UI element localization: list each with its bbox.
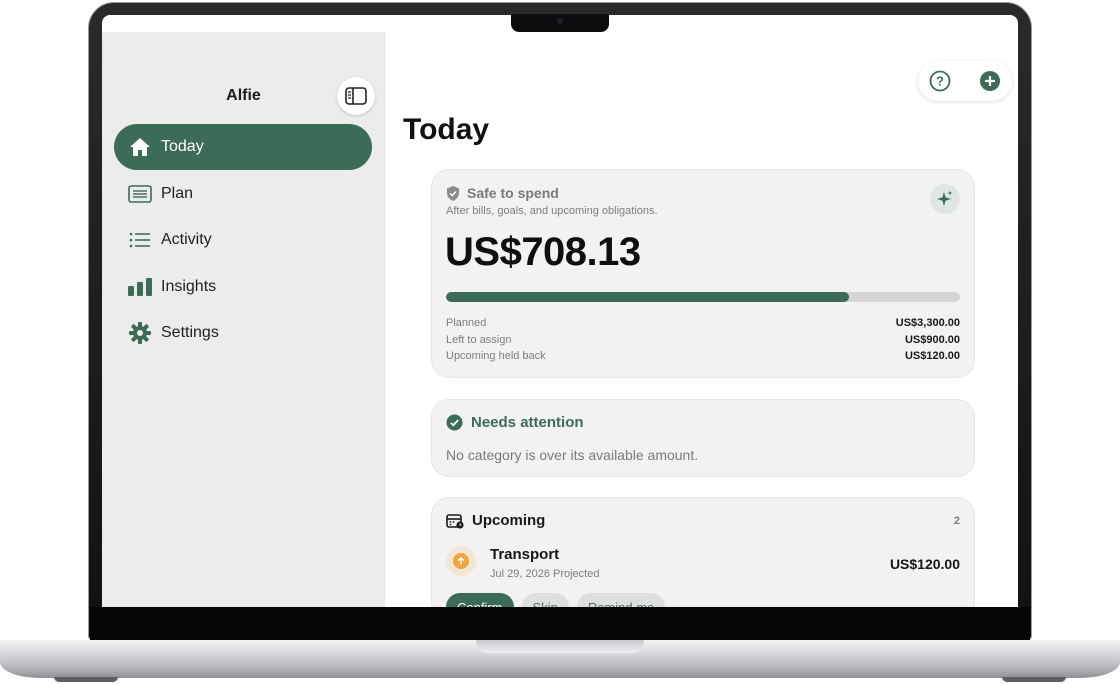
- insights-sparkle-button[interactable]: [930, 184, 960, 214]
- upcoming-item-meta: Jul 29, 2026 Projected: [490, 568, 600, 580]
- breakdown-value: US$900.00: [904, 333, 960, 346]
- safe-to-spend-progress-fill: [446, 292, 850, 302]
- needs-attention-message: No category is over its available amount…: [446, 447, 699, 463]
- list-bullets-icon: [128, 228, 152, 252]
- camera-icon: [557, 18, 563, 24]
- safe-to-spend-subtitle: After bills, goals, and upcoming obligat…: [446, 205, 658, 217]
- remind-me-button[interactable]: Remind me: [576, 593, 666, 607]
- sidebar-toggle-icon: [345, 87, 367, 105]
- add-button[interactable]: [978, 69, 1002, 93]
- question-circle-icon: ?: [929, 70, 951, 92]
- sidebar-toggle-button[interactable]: [337, 77, 375, 115]
- page-title: Today: [403, 113, 490, 146]
- plus-circle-icon: [980, 71, 1000, 91]
- upcoming-label: Upcoming: [472, 512, 546, 529]
- sidebar-item-insights[interactable]: Insights: [114, 264, 372, 310]
- upcoming-item-amount: US$120.00: [889, 556, 960, 572]
- needs-attention-card[interactable]: Needs attention No category is over its …: [431, 399, 975, 477]
- list-rect-icon: [128, 182, 152, 206]
- breakdown-label: Left to assign: [446, 333, 512, 346]
- upcoming-item-icon: [446, 546, 476, 576]
- breakdown-label: Upcoming held back: [446, 350, 546, 362]
- sidebar: Alfie Today Plan Activity Insights Setti…: [102, 32, 385, 607]
- laptop-chin: [90, 607, 1030, 640]
- needs-attention-header: Needs attention: [446, 414, 584, 431]
- breakdown-value: US$120.00: [904, 350, 960, 362]
- sparkle-icon: [937, 190, 953, 206]
- sidebar-item-activity[interactable]: Activity: [114, 217, 372, 263]
- upcoming-card: Upcoming 2 Transport Jul 29, 2026 Projec…: [431, 497, 975, 607]
- confirm-button[interactable]: Confirm: [446, 593, 514, 607]
- gear-icon: [128, 321, 152, 345]
- sidebar-item-label: Insights: [161, 277, 217, 295]
- sidebar-item-label: Settings: [161, 324, 219, 341]
- breakdown-row-upcoming-held-back: Upcoming held back US$120.00: [446, 350, 960, 367]
- safe-to-spend-progress: [446, 292, 960, 302]
- laptop-base: [0, 640, 1120, 678]
- sidebar-nav: Today Plan Activity Insights Settings: [114, 124, 372, 357]
- sidebar-item-label: Today: [161, 138, 204, 155]
- arrow-up-icon: [453, 553, 469, 569]
- skip-button[interactable]: Skip: [521, 593, 569, 607]
- app-window: Alfie Today Plan Activity Insights Setti…: [102, 15, 1018, 607]
- safe-to-spend-amount: US$708.13: [445, 230, 641, 274]
- safe-to-spend-breakdown: Planned US$3,300.00 Left to assign US$90…: [446, 317, 960, 367]
- toolbar-pill: ?: [918, 61, 1012, 101]
- sidebar-item-plan[interactable]: Plan: [114, 171, 372, 217]
- safe-to-spend-label: Safe to spend: [467, 185, 559, 201]
- breakdown-value: US$3,300.00: [895, 317, 960, 329]
- svg-text:?: ?: [936, 74, 944, 89]
- sidebar-item-label: Activity: [161, 231, 212, 248]
- sidebar-item-settings[interactable]: Settings: [114, 310, 372, 356]
- safe-to-spend-card[interactable]: Safe to spend After bills, goals, and up…: [431, 169, 975, 378]
- breakdown-row-left-to-assign: Left to assign US$900.00: [446, 334, 960, 351]
- upcoming-count: 2: [953, 515, 960, 527]
- bar-chart-icon: [128, 275, 152, 299]
- breakdown-label: Planned: [446, 317, 487, 329]
- safe-to-spend-header: Safe to spend: [446, 185, 559, 201]
- laptop-foot-right: [1002, 677, 1066, 682]
- upcoming-actions: Confirm Skip Remind me: [446, 593, 673, 607]
- house-icon: [128, 135, 152, 159]
- sidebar-item-today[interactable]: Today: [114, 124, 372, 170]
- camera-notch: [511, 14, 609, 32]
- breakdown-row-planned: Planned US$3,300.00: [446, 317, 960, 334]
- upcoming-item-name[interactable]: Transport: [490, 546, 559, 563]
- check-circle-icon: [446, 414, 463, 431]
- upcoming-header: Upcoming: [446, 512, 545, 529]
- laptop-foot-left: [54, 677, 118, 682]
- help-button[interactable]: ?: [928, 69, 952, 93]
- shield-check-icon: [447, 185, 459, 201]
- laptop-groove: [476, 640, 644, 653]
- calendar-clock-icon: [446, 513, 464, 529]
- sidebar-item-label: Plan: [161, 184, 194, 202]
- needs-attention-label: Needs attention: [471, 414, 584, 431]
